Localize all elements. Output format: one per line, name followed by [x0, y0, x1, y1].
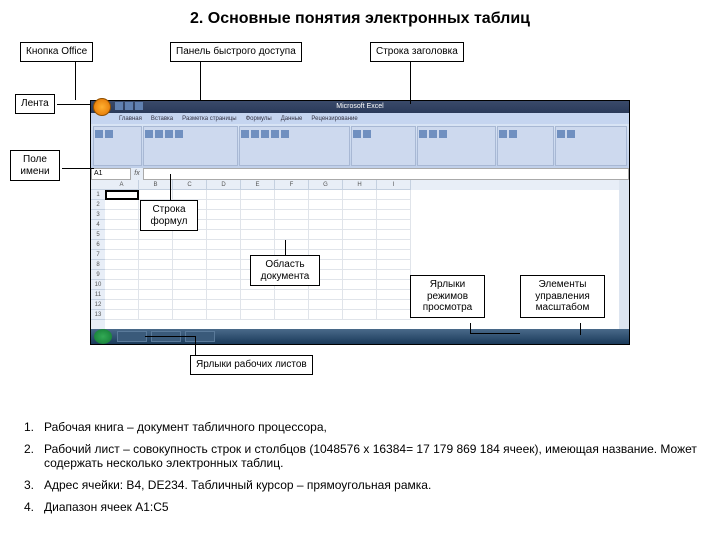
tab-formulas[interactable]: Формулы [243, 116, 275, 122]
quick-access-toolbar[interactable] [115, 102, 143, 110]
office-button[interactable] [93, 98, 111, 116]
formula-bar[interactable] [143, 168, 629, 180]
list-item: 2.Рабочий лист – совокупность строк и ст… [20, 442, 700, 470]
name-box[interactable]: A1 [91, 168, 131, 180]
callout-titlebar: Строка заголовка [370, 42, 464, 62]
callout-office-button: Кнопка Office [20, 42, 93, 62]
notes-list: 1.Рабочая книга – документ табличного пр… [20, 420, 700, 522]
diagram-container: Microsoft Excel Главная Вставка Разметка… [40, 40, 680, 410]
callout-ribbon: Лента [15, 94, 55, 114]
row-headers[interactable]: 12345678910111213 [91, 180, 105, 330]
list-item: 1.Рабочая книга – документ табличного пр… [20, 420, 700, 434]
tab-insert[interactable]: Вставка [148, 116, 176, 122]
callout-formulabar: Строка формул [140, 200, 198, 231]
list-item: 4.Диапазон ячеек A1:C5 [20, 500, 700, 514]
callout-sheettabs: Ярлыки рабочих листов [190, 355, 313, 375]
ribbon-tabs[interactable]: Главная Вставка Разметка страницы Формул… [91, 113, 629, 124]
tab-review[interactable]: Рецензирование [308, 116, 360, 122]
callout-docarea: Область документа [250, 255, 320, 286]
callout-qat: Панель быстрого доступа [170, 42, 302, 62]
title-bar: Microsoft Excel [91, 101, 629, 113]
callout-viewmodes: Ярлыки режимов просмотра [410, 275, 485, 318]
callout-namebox: Поле имени [10, 150, 60, 181]
ribbon[interactable] [91, 124, 629, 168]
tab-data[interactable]: Данные [278, 116, 306, 122]
fx-icon[interactable]: fx [131, 168, 143, 180]
callout-zoom: Элементы управления масштабом [520, 275, 605, 318]
start-button[interactable] [94, 329, 112, 344]
column-headers[interactable]: ABCDEFGHI [105, 180, 619, 190]
page-title: 2. Основные понятия электронных таблиц [0, 10, 720, 28]
list-item: 3.Адрес ячейки: B4, DE234. Табличный кур… [20, 478, 700, 492]
tab-layout[interactable]: Разметка страницы [179, 116, 239, 122]
active-cell-cursor [105, 190, 139, 200]
formula-row: A1 fx [91, 168, 629, 180]
tab-home[interactable]: Главная [116, 116, 145, 122]
vertical-scrollbar[interactable] [619, 180, 629, 330]
